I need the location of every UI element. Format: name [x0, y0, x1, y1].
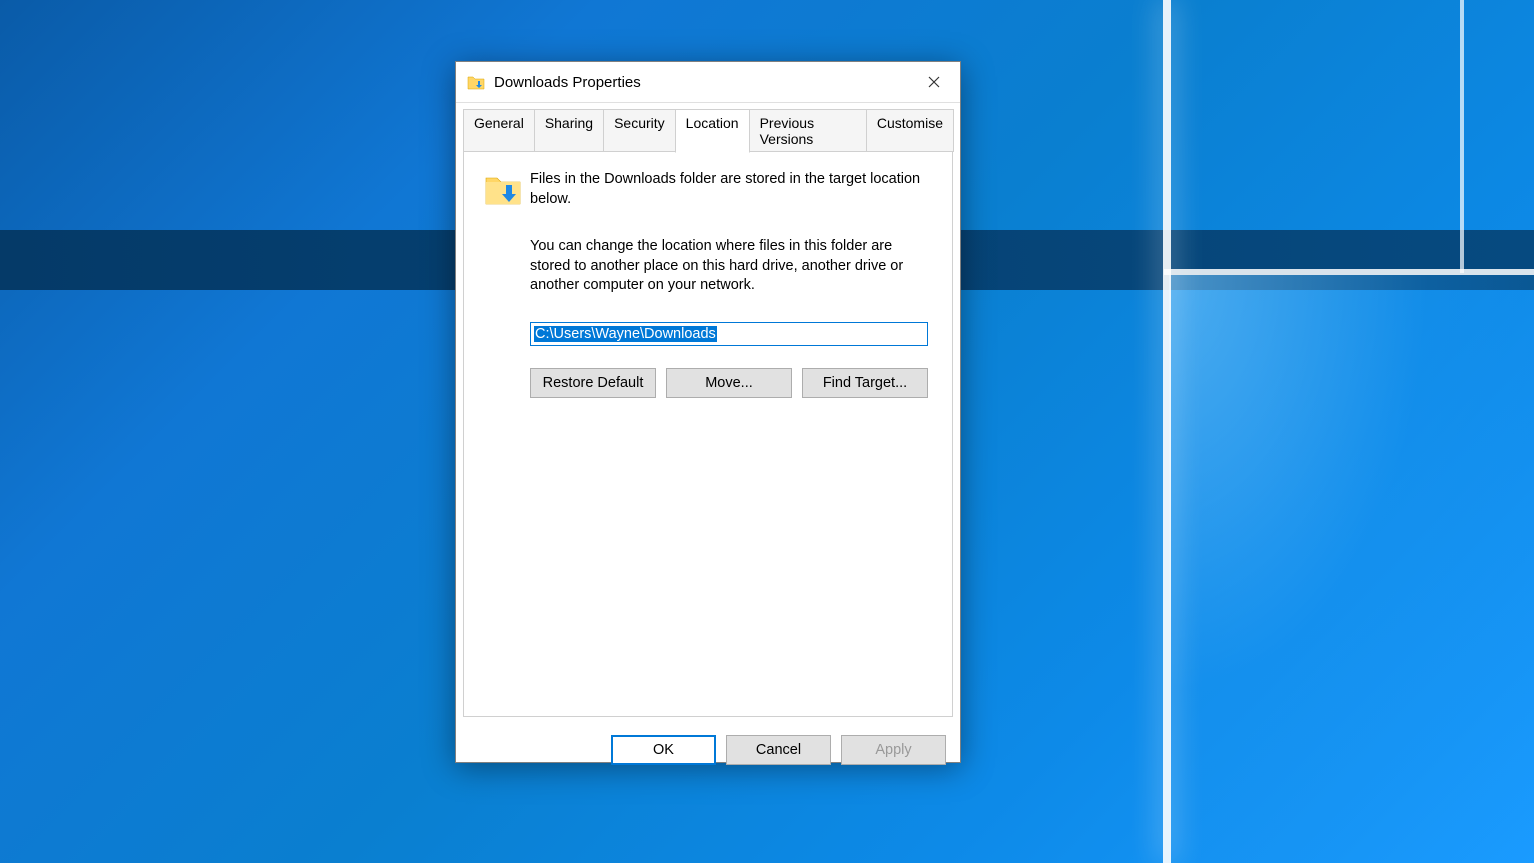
tab-sharing[interactable]: Sharing	[534, 109, 604, 152]
find-target-button[interactable]: Find Target...	[802, 368, 928, 398]
downloads-folder-icon	[484, 170, 522, 208]
apply-button[interactable]: Apply	[841, 735, 946, 765]
window-title: Downloads Properties	[494, 74, 908, 91]
tab-general[interactable]: General	[463, 109, 535, 152]
folder-download-icon	[466, 72, 486, 92]
desktop-background-light	[1169, 275, 1534, 863]
location-path-input[interactable]: C:\Users\Wayne\Downloads	[530, 322, 928, 346]
description-text: You can change the location where files …	[530, 237, 932, 296]
location-tab-panel: Files in the Downloads folder are stored…	[463, 151, 953, 717]
close-button[interactable]	[908, 62, 960, 103]
cancel-button[interactable]: Cancel	[726, 735, 831, 765]
ok-button[interactable]: OK	[611, 735, 716, 765]
location-button-row: Restore Default Move... Find Target...	[530, 368, 932, 398]
desktop-background-vline2	[1460, 0, 1464, 273]
titlebar[interactable]: Downloads Properties	[456, 62, 960, 103]
info-row: Files in the Downloads folder are stored…	[484, 170, 932, 209]
tab-previous-versions[interactable]: Previous Versions	[749, 109, 867, 152]
tab-security[interactable]: Security	[603, 109, 676, 152]
tab-location[interactable]: Location	[675, 109, 750, 153]
move-button[interactable]: Move...	[666, 368, 792, 398]
properties-dialog: Downloads Properties General Sharing Sec…	[455, 61, 961, 763]
restore-default-button[interactable]: Restore Default	[530, 368, 656, 398]
desktop-background-hline	[1164, 269, 1534, 275]
tab-strip: General Sharing Security Location Previo…	[456, 103, 960, 152]
info-text: Files in the Downloads folder are stored…	[530, 170, 932, 209]
desktop-background-vline	[1163, 0, 1171, 863]
tab-customise[interactable]: Customise	[866, 109, 954, 152]
location-path-value: C:\Users\Wayne\Downloads	[534, 326, 717, 342]
dialog-button-row: OK Cancel Apply	[456, 725, 960, 777]
